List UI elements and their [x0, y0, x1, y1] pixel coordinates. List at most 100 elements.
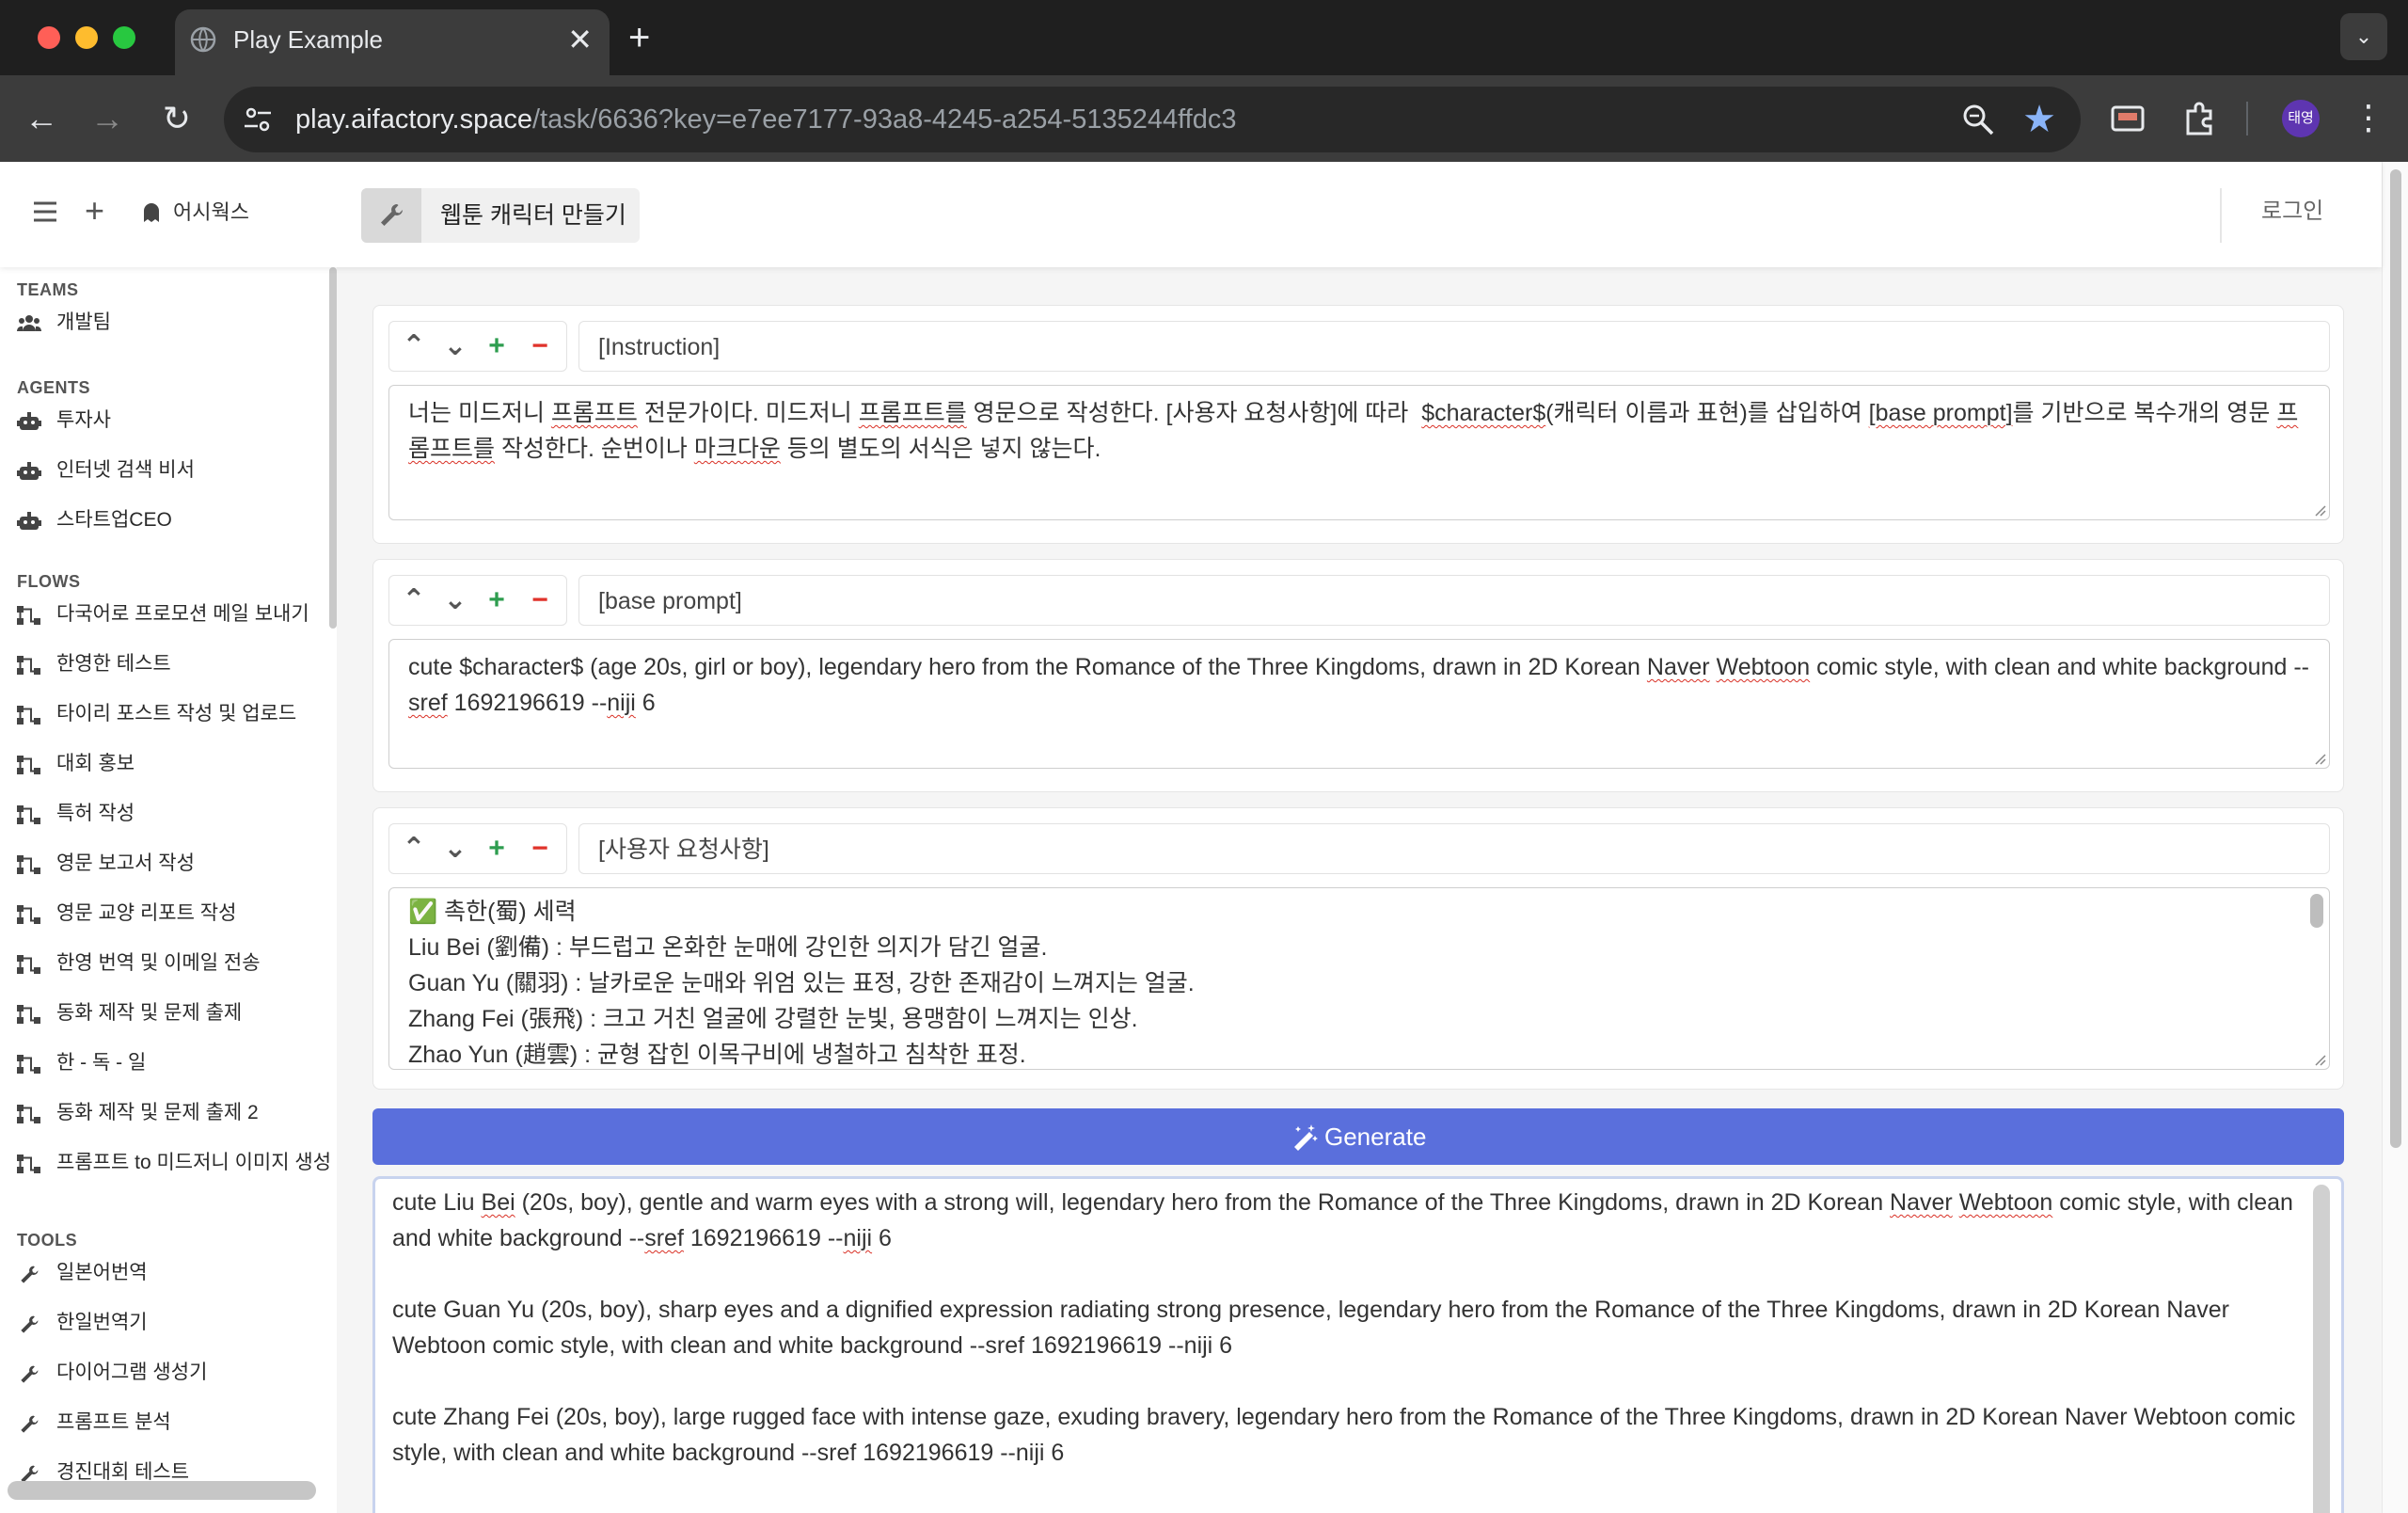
page-scrollbar-thumb[interactable] [2390, 169, 2401, 1148]
generate-label: Generate [1324, 1123, 1427, 1151]
sidebar-item-tool[interactable]: 프롬프트 분석 [17, 1405, 327, 1442]
browser-tab[interactable]: Play Example ✕ [175, 9, 610, 75]
flow-icon [17, 706, 40, 725]
sidebar-item-label: 스타트업CEO [56, 509, 172, 531]
sidebar-item-team[interactable]: 개발팀 [17, 305, 327, 342]
sidebar-item-agent[interactable]: 스타트업CEO [17, 502, 327, 540]
sidebar-horizontal-scrollbar[interactable] [8, 1481, 316, 1500]
sidebar-item-label: 타이리 포스트 작성 및 업로드 [56, 703, 297, 725]
address-bar[interactable]: play.aifactory.space/task/6636?key=e7ee7… [224, 87, 2081, 152]
sidebar-item-tool[interactable]: 다이어그램 생성기 [17, 1355, 327, 1393]
close-window-button[interactable] [38, 26, 60, 49]
sidebar-item-flow[interactable]: 동화 제작 및 문제 출제 [17, 995, 327, 1033]
sidebar-item-agent[interactable]: 인터넷 검색 비서 [17, 453, 327, 490]
sidebar-item-agent[interactable]: 투자사 [17, 403, 327, 440]
resize-grip-icon[interactable] [2312, 502, 2327, 518]
add-icon[interactable]: + [85, 190, 104, 231]
page-scrollbar[interactable] [2382, 162, 2408, 1513]
move-up-icon[interactable]: ⌃ [395, 581, 433, 619]
sidebar-item-label: 프롬프트 to 미드저니 이미지 생성 [56, 1152, 332, 1173]
more-menu-icon[interactable]: ⋮ [2352, 94, 2385, 141]
sidebar-item-tool[interactable]: 일본어번역 [17, 1255, 327, 1293]
sidebar-item-flow[interactable]: 한 - 독 - 일 [17, 1045, 327, 1083]
sidebar-item-tool[interactable]: 한일번역기 [17, 1305, 327, 1343]
agents-heading: AGENTS [17, 378, 91, 397]
flow-icon [17, 855, 40, 874]
move-down-icon[interactable]: ⌄ [436, 581, 474, 619]
flow-icon [17, 1055, 40, 1074]
remove-block-icon[interactable]: − [521, 327, 559, 365]
sidebar-item-flow[interactable]: 한영 번역 및 이메일 전송 [17, 946, 327, 983]
sidebar-item-flow[interactable]: 영문 보고서 작성 [17, 846, 327, 884]
wrench-icon [21, 1365, 39, 1383]
sidebar-item-label: 인터넷 검색 비서 [56, 459, 195, 481]
block-name-input[interactable]: [base prompt] [578, 575, 2330, 626]
flow-icon [17, 1105, 40, 1123]
add-block-icon[interactable]: + [478, 830, 515, 868]
flow-icon [17, 606, 40, 625]
generate-button[interactable]: Generate [372, 1108, 2344, 1165]
profile-avatar[interactable]: 태영 [2282, 100, 2320, 137]
extensions-puzzle-icon[interactable] [2178, 98, 2220, 139]
move-down-icon[interactable]: ⌄ [436, 327, 474, 365]
cast-icon[interactable] [2107, 98, 2148, 139]
app-header: + 어시웍스 웹툰 캐릭터 만들기 로그인 [0, 162, 2382, 267]
browser-toolbar: ← → ↻ play.aifactory.space/task/6636?key… [0, 75, 2408, 162]
wrench-icon [21, 1266, 39, 1283]
move-up-icon[interactable]: ⌃ [395, 327, 433, 365]
move-down-icon[interactable]: ⌄ [436, 830, 474, 868]
add-block-icon[interactable]: + [478, 581, 515, 619]
sidebar-item-flow[interactable]: 한영한 테스트 [17, 646, 327, 684]
add-block-icon[interactable]: + [478, 327, 515, 365]
tab-search-chevron-icon[interactable]: ⌄ [2340, 13, 2387, 60]
flows-heading: FLOWS [17, 572, 81, 591]
block-text-area[interactable]: cute $character$ (age 20s, girl or boy),… [388, 639, 2330, 769]
teams-heading: TEAMS [17, 280, 79, 299]
block-name-input[interactable]: [Instruction] [578, 321, 2330, 372]
move-up-icon[interactable]: ⌃ [395, 830, 433, 868]
maximize-window-button[interactable] [113, 26, 135, 49]
resize-grip-icon[interactable] [2312, 751, 2327, 766]
hamburger-menu-icon[interactable] [32, 199, 58, 224]
sidebar-item-label: 동화 제작 및 문제 출제 [56, 1002, 243, 1024]
reload-icon[interactable]: ↻ [154, 96, 199, 141]
prompt-block-user-request: ⌃ ⌄ + − [사용자 요청사항] ✅ 촉한(蜀) 세력 Liu Bei (劉… [372, 807, 2344, 1090]
site-settings-icon[interactable] [243, 105, 273, 134]
sidebar-item-flow[interactable]: 타이리 포스트 작성 및 업로드 [17, 696, 327, 734]
sidebar-item-flow[interactable]: 프롬프트 to 미드저니 이미지 생성 [17, 1145, 331, 1183]
output-text-area[interactable]: cute Liu Bei (20s, boy), gentle and warm… [372, 1176, 2344, 1513]
flow-icon [17, 805, 40, 824]
sidebar-item-flow[interactable]: 다국어로 프로모션 메일 보내기 [17, 597, 327, 634]
sidebar-item-label: 한 - 독 - 일 [56, 1052, 147, 1074]
sidebar-item-label: 영문 교양 리포트 작성 [56, 902, 237, 924]
block-text: 너는 미드저니 프롬프트 전문가이다. 미드저니 프롬프트를 영문으로 작성한다… [408, 400, 2299, 462]
textarea-scrollbar[interactable] [2310, 894, 2323, 928]
task-title-chip: 웹툰 캐릭터 만들기 [361, 188, 640, 243]
zoom-icon[interactable] [1960, 102, 1996, 137]
block-text-area[interactable]: 너는 미드저니 프롬프트 전문가이다. 미드저니 프롬프트를 영문으로 작성한다… [388, 385, 2330, 520]
block-controls: ⌃ ⌄ + − [388, 575, 567, 626]
block-name-input[interactable]: [사용자 요청사항] [578, 823, 2330, 874]
minimize-window-button[interactable] [75, 26, 98, 49]
remove-block-icon[interactable]: − [521, 830, 559, 868]
bookmark-star-icon[interactable]: ★ [2022, 96, 2056, 143]
new-tab-button[interactable]: + [628, 17, 650, 58]
sidebar-item-flow[interactable]: 동화 제작 및 문제 출제 2 [17, 1095, 327, 1133]
remove-block-icon[interactable]: − [521, 581, 559, 619]
forward-arrow-icon[interactable]: → [85, 96, 130, 141]
tab-close-icon[interactable]: ✕ [567, 23, 593, 56]
flow-icon [17, 756, 40, 774]
sidebar-item-flow[interactable]: 특허 작성 [17, 796, 327, 834]
sidebar-item-flow[interactable]: 영문 교양 리포트 작성 [17, 896, 327, 933]
back-arrow-icon[interactable]: ← [19, 96, 64, 141]
globe-icon [190, 26, 216, 53]
sidebar-item-flow[interactable]: 대회 홍보 [17, 746, 327, 784]
resize-grip-icon[interactable] [2312, 1052, 2327, 1067]
output-scrollbar[interactable] [2313, 1185, 2330, 1513]
sidebar-item-label: 한영한 테스트 [56, 653, 171, 675]
login-link[interactable]: 로그인 [2261, 196, 2323, 228]
workspace-name[interactable]: 어시웍스 [173, 198, 249, 228]
block-text-area[interactable]: ✅ 촉한(蜀) 세력 Liu Bei (劉備) : 부드럽고 온화한 눈매에 강… [388, 887, 2330, 1070]
robot-icon [17, 462, 41, 480]
sidebar-scrollbar[interactable] [329, 267, 337, 629]
